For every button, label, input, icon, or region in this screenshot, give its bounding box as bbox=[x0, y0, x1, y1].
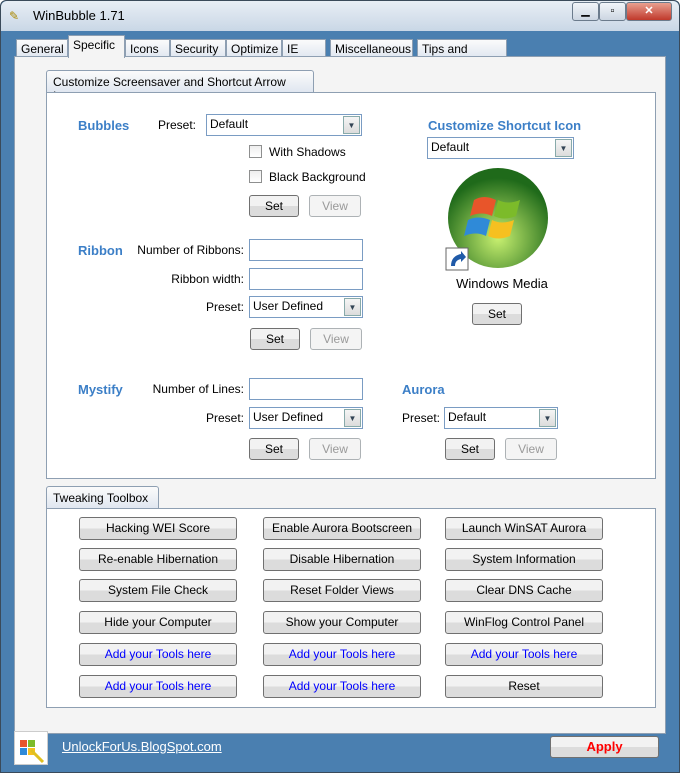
shortcut-heading: Customize Shortcut Icon bbox=[428, 118, 582, 133]
shortcut-set-button[interactable]: Set bbox=[472, 303, 522, 325]
ribbon-view-button[interactable]: View bbox=[310, 328, 362, 350]
ribbon-preset-select[interactable]: User Defined ▼ bbox=[249, 296, 363, 318]
toolbox-button-system-file-check[interactable]: System File Check bbox=[79, 579, 237, 602]
toolbox-button-enable-aurora-bootscreen[interactable]: Enable Aurora Bootscreen bbox=[263, 517, 421, 540]
screensaver-group-tab[interactable]: Customize Screensaver and Shortcut Arrow… bbox=[46, 70, 314, 103]
tools-logo-icon bbox=[20, 740, 45, 764]
chevron-down-icon: ▼ bbox=[343, 116, 360, 134]
toolbox-button-hide-your-computer[interactable]: Hide your Computer bbox=[79, 611, 237, 634]
tab-specific[interactable]: Specific bbox=[68, 35, 125, 58]
toolbox-button-re-enable-hibernation[interactable]: Re-enable Hibernation bbox=[79, 548, 237, 571]
ribbon-heading: Ribbon bbox=[78, 243, 123, 258]
toolbox-button-launch-winsat-aurora[interactable]: Launch WinSAT Aurora bbox=[445, 517, 603, 540]
mystify-view-button[interactable]: View bbox=[309, 438, 361, 460]
aurora-preset-label: Preset: bbox=[402, 411, 441, 425]
aurora-preset-value: Default bbox=[448, 410, 487, 424]
ribbon-width-input[interactable] bbox=[249, 268, 363, 290]
toolbox-button-winflog-control-panel[interactable]: WinFlog Control Panel bbox=[445, 611, 603, 634]
app-logo bbox=[14, 731, 48, 765]
app-icon: ✎ bbox=[9, 9, 20, 23]
mystify-lines-input[interactable] bbox=[249, 378, 363, 400]
chevron-down-icon: ▼ bbox=[539, 409, 556, 427]
toolbox-button-reset-folder-views[interactable]: Reset Folder Views bbox=[263, 579, 421, 602]
toolbox-button-add-your-tools-here[interactable]: Add your Tools here bbox=[79, 643, 237, 666]
shortcut-icon-select[interactable]: Default ▼ bbox=[427, 137, 574, 159]
bubbles-set-button[interactable]: Set bbox=[249, 195, 299, 217]
aurora-preset-select[interactable]: Default ▼ bbox=[444, 407, 558, 429]
bubbles-preset-value: Default bbox=[210, 117, 249, 131]
mystify-lines-label: Number of Lines: bbox=[152, 382, 244, 396]
shortcut-icon-caption: Windows Media bbox=[456, 276, 548, 291]
toolbox-button-add-your-tools-here[interactable]: Add your Tools here bbox=[445, 643, 603, 666]
toolbox-button-clear-dns-cache[interactable]: Clear DNS Cache bbox=[445, 579, 603, 602]
ribbon-set-button[interactable]: Set bbox=[250, 328, 300, 350]
black-background-checkbox[interactable] bbox=[249, 170, 262, 183]
mystify-set-button[interactable]: Set bbox=[249, 438, 299, 460]
close-button[interactable]: ✕ bbox=[626, 2, 672, 21]
window-title: WinBubble 1.71 bbox=[33, 8, 125, 23]
ribbon-count-label: Number of Ribbons: bbox=[137, 243, 244, 257]
mystify-preset-select[interactable]: User Defined ▼ bbox=[249, 407, 363, 429]
ribbon-count-input[interactable] bbox=[249, 239, 363, 261]
chevron-down-icon: ▼ bbox=[555, 139, 572, 157]
ribbon-width-label: Ribbon width: bbox=[171, 272, 244, 286]
with-shadows-checkbox[interactable] bbox=[249, 145, 262, 158]
toolbox-button-add-your-tools-here[interactable]: Add your Tools here bbox=[263, 643, 421, 666]
ribbon-preset-label: Preset: bbox=[205, 300, 244, 314]
maximize-button[interactable]: ▫ bbox=[599, 2, 626, 21]
aurora-heading: Aurora bbox=[402, 382, 445, 397]
aurora-view-button[interactable]: View bbox=[505, 438, 557, 460]
toolbox-button-hacking-wei-score[interactable]: Hacking WEI Score bbox=[79, 517, 237, 540]
aurora-set-button[interactable]: Set bbox=[445, 438, 495, 460]
toolbox-group-tab[interactable]: Tweaking Toolbox bbox=[46, 486, 159, 509]
minimize-button[interactable]: ▁ bbox=[572, 2, 599, 21]
windows-media-icon bbox=[445, 168, 548, 271]
ribbon-preset-value: User Defined bbox=[253, 299, 324, 313]
blog-link[interactable]: UnlockForUs.BlogSpot.com bbox=[62, 739, 222, 754]
bubbles-view-button[interactable]: View bbox=[309, 195, 361, 217]
toolbox-button-disable-hibernation[interactable]: Disable Hibernation bbox=[263, 548, 421, 571]
toolbox-button-show-your-computer[interactable]: Show your Computer bbox=[263, 611, 421, 634]
mystify-heading: Mystify bbox=[78, 382, 123, 397]
toolbox-button-add-your-tools-here[interactable]: Add your Tools here bbox=[79, 675, 237, 698]
with-shadows-label: With Shadows bbox=[269, 145, 346, 159]
chevron-down-icon: ▼ bbox=[344, 409, 361, 427]
title-bar: ✎ WinBubble 1.71 ▁ ▫ ✕ bbox=[1, 1, 679, 31]
toolbox-button-system-information[interactable]: System Information bbox=[445, 548, 603, 571]
shortcut-icon-value: Default bbox=[431, 140, 470, 154]
mystify-preset-label: Preset: bbox=[205, 411, 244, 425]
toolbox-button-reset[interactable]: Reset bbox=[445, 675, 603, 698]
apply-button[interactable]: Apply bbox=[550, 736, 659, 758]
bubbles-preset-label: Preset: bbox=[157, 118, 196, 132]
black-background-label: Black Background bbox=[269, 170, 366, 184]
shortcut-preview: Windows Media bbox=[434, 166, 570, 291]
toolbox-button-add-your-tools-here[interactable]: Add your Tools here bbox=[263, 675, 421, 698]
mystify-preset-value: User Defined bbox=[253, 410, 324, 424]
bubbles-heading: Bubbles bbox=[78, 118, 130, 133]
chevron-down-icon: ▼ bbox=[344, 298, 361, 316]
bubbles-preset-select[interactable]: Default ▼ bbox=[206, 114, 362, 136]
